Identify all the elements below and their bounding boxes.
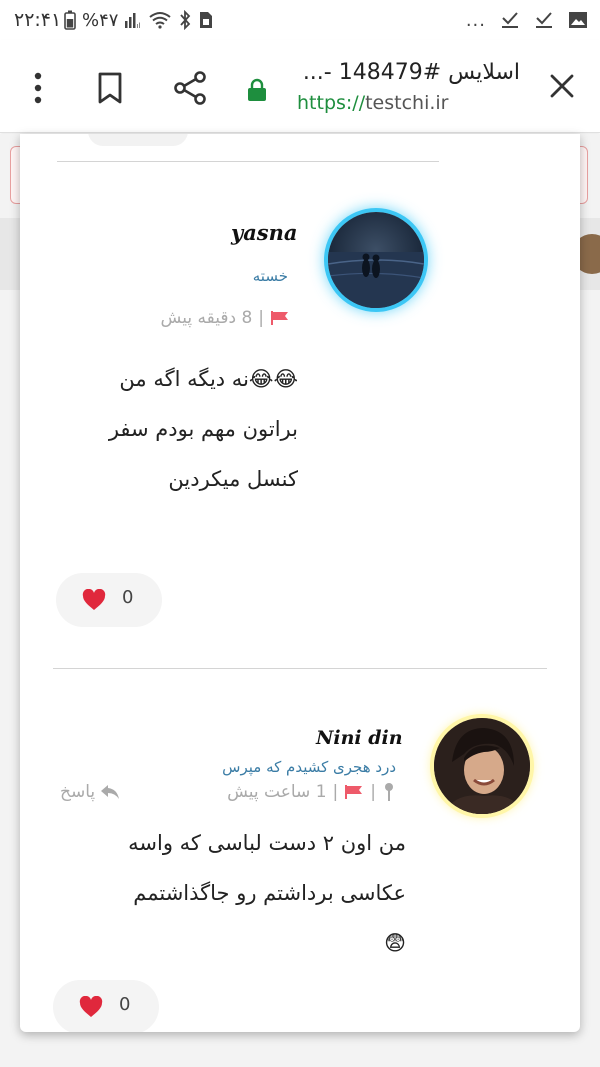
like-count: 0 [119,994,131,1015]
more-menu-icon[interactable] [30,71,46,105]
comment-body: من اون ۲ دست لباسی که واسه عکاسی برداشتم… [76,818,406,968]
reply-label: پاسخ [60,782,96,802]
status-time: ۲۲:۴۱ [14,9,62,31]
signal-icon: ıl [125,13,141,29]
check-icon [536,12,552,28]
comment-line: کنسل میکردین [168,467,298,491]
url-display[interactable]: https://testchi.ir [297,92,449,114]
username[interactable]: Nini din [316,727,403,749]
check-icon [502,12,518,28]
reply-button[interactable]: پاسخ [60,782,121,802]
comments-modal: yasna خسته | 8 دقیقه پیش 😂😂نه دیگه اگه م… [20,134,580,1032]
comment-line: 😂😂نه دیگه اگه من [119,367,298,391]
status-icons-left: %۴۷ ıl [64,8,214,32]
username[interactable]: yasna [231,220,298,245]
svg-text:ıl: ıl [137,22,141,29]
like-count: 0 [122,587,134,608]
heart-icon [79,996,103,1017]
report-flag-icon[interactable] [344,784,364,800]
battery-icon [64,10,76,30]
avatar-image [328,252,424,308]
comment-body: 😂😂نه دیگه اگه من براتون مهم بودم سفر کنس… [38,354,298,504]
comment-line: عکاسی برداشتم رو جاگذاشتمم [133,881,406,905]
separator: | [370,782,376,802]
previous-like-button[interactable] [88,134,188,146]
comment-meta: | | 1 ساعت پیش [227,782,396,802]
divider [57,161,439,162]
lock-icon [248,78,266,101]
avatar[interactable] [328,212,424,308]
close-icon[interactable] [546,70,578,102]
report-flag-icon[interactable] [270,310,290,326]
user-status: درد هجری کشیدم که مپرس [222,758,396,776]
sim-icon [200,12,213,28]
user-status: خسته [252,267,288,285]
image-icon [569,12,587,28]
separator: | [332,782,339,802]
like-button[interactable]: 0 [56,573,162,627]
comment-line: 😨 [384,931,406,955]
browser-toolbar: اسلایس #148479 -... https://testchi.ir [0,40,600,133]
like-button[interactable]: 0 [53,980,159,1032]
status-bar: ۲۲:۴۱ %۴۷ ıl ... [0,0,600,40]
comment-line: براتون مهم بودم سفر [108,417,298,441]
separator: | [258,308,264,328]
divider [53,668,547,669]
status-icons-right: ... [466,8,588,32]
comment-time: 8 دقیقه پیش [160,308,253,328]
avatar-image [434,718,530,814]
comment-time: 1 ساعت پیش [227,782,327,802]
heart-icon [82,589,106,610]
avatar[interactable] [434,718,530,814]
bookmark-icon[interactable] [96,71,124,105]
battery-percent: %۴۷ [82,9,119,31]
wifi-icon [149,12,172,29]
share-icon[interactable] [172,70,208,106]
page-title: اسلایس #148479 -... [302,60,520,85]
bluetooth-icon [180,10,191,30]
comment-line: من اون ۲ دست لباسی که واسه [128,831,406,855]
more-notifications: ... [465,9,486,31]
comment-meta: | 8 دقیقه پیش [161,308,290,328]
url-host: testchi.ir [365,92,449,114]
reply-icon [101,785,120,799]
url-scheme: https:// [297,92,366,114]
pin-icon[interactable] [382,782,396,802]
